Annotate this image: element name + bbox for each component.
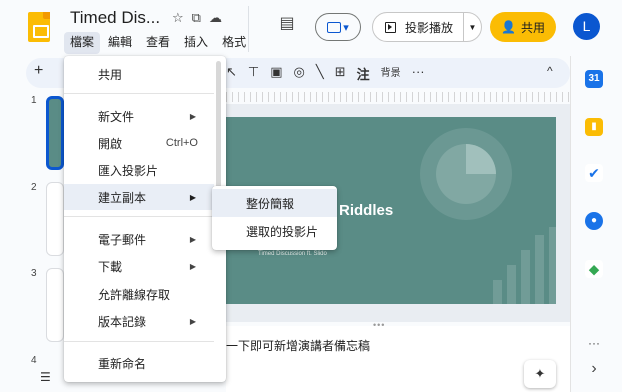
more-addons-icon[interactable]: ··· [585,336,603,350]
collapse-toolbar-icon[interactable]: ^ [547,64,553,78]
slides-logo-icon[interactable] [28,12,50,42]
menu-item-email[interactable]: 電子郵件 ▶ [64,226,214,252]
comment-history-icon[interactable]: ▤ [276,14,298,34]
speaker-notes-placeholder[interactable]: 一下即可新增演講者備忘稿 [226,337,370,354]
grid-view-icon[interactable]: ☰ [40,370,51,384]
expand-side-panel-icon[interactable]: › [585,360,603,378]
select-cursor-icon[interactable]: ↖ [226,64,237,83]
submenu-item-selected-slides[interactable]: 選取的投影片 [212,217,337,245]
ruler [226,92,570,102]
more-tools-icon[interactable]: ··· [412,64,425,83]
menu-item-new[interactable]: 新文件 ▶ [64,103,214,129]
slide-subtitle[interactable]: Timed Discussion ft. Slido [258,251,327,257]
slide-thumbnail[interactable] [46,96,64,170]
menu-item-rename[interactable]: 重新命名 [64,350,214,376]
submenu-arrow-icon: ▶ [189,111,196,121]
new-slide-button[interactable]: + [34,62,43,80]
explore-sparkle-icon[interactable]: ✦ [524,360,556,388]
speaker-notes[interactable] [226,326,570,392]
folder-move-icon[interactable]: ⧉ [192,10,201,26]
submenu-arrow-icon: ▶ [189,261,196,271]
submenu-item-entire-presentation[interactable]: 整份簡報 [212,189,337,217]
submenu-item-label: 選取的投影片 [246,224,319,239]
menu-item-label: 下載 [98,259,123,274]
toolbar-tools: ↖ ⊤ ▣ ◎ ╲ ⊞ 注 背景 ··· [226,64,425,83]
tasks-icon[interactable]: ✔ [585,164,603,182]
menu-item-download[interactable]: 下載 ▶ [64,253,214,279]
calendar-icon[interactable]: 31 [585,70,603,88]
slide-thumbnail[interactable] [46,268,64,342]
menu-scrollbar[interactable] [216,61,221,201]
menu-item-open[interactable]: 開啟 Ctrl+O [64,130,214,156]
menu-item-offline[interactable]: 允許離線存取 [64,281,214,307]
slide-thumbnail[interactable] [46,182,64,256]
slideshow-dropdown-icon[interactable]: ▼ [463,13,481,41]
menu-item-label: 開啟 [98,136,123,151]
cloud-status-icon[interactable]: ☁ [209,10,222,26]
menu-item-version-history[interactable]: 版本記錄 ▶ [64,308,214,334]
menu-item-share[interactable]: 共用 [64,61,214,87]
maps-icon[interactable]: ⬥ [585,260,603,278]
chevron-down-icon: ▾ [343,21,349,34]
menu-item-label: 電子郵件 [98,232,147,247]
menu-format[interactable]: 格式 [216,32,252,54]
submenu-arrow-icon: ▶ [189,316,196,326]
line-icon[interactable]: ╲ [316,64,324,83]
menu-item-label: 重新命名 [98,356,147,371]
avatar[interactable]: L [573,13,600,40]
text-box-icon[interactable]: ⊤ [248,64,259,83]
image-icon[interactable]: ▣ [270,64,282,83]
slideshow-play-icon [385,21,396,33]
contacts-icon[interactable]: ● [585,212,603,230]
format-options-icon[interactable]: 注 [357,64,370,83]
menu-item-label: 版本記錄 [98,314,147,329]
star-icon[interactable]: ☆ [172,10,184,26]
submenu-arrow-icon: ▶ [189,234,196,244]
slide-number: 4 [31,355,37,366]
menu-divider [64,216,214,217]
slide-number: 3 [31,268,37,279]
menu-edit[interactable]: 編輯 [102,32,138,54]
slideshow-button[interactable]: 投影播放 ▼ [372,12,482,42]
share-lock-icon: 👤 [501,20,516,34]
slide-title[interactable]: Riddles [339,202,393,219]
slide-number: 1 [31,95,37,106]
menu-item-import-slides[interactable]: 匯入投影片 [64,157,214,183]
menu-item-label: 建立副本 [98,190,147,205]
menu-insert[interactable]: 插入 [178,32,214,54]
menu-item-label: 新文件 [98,109,135,124]
menu-item-label: 匯入投影片 [98,163,159,178]
keep-icon[interactable]: ▮ [585,118,603,136]
menu-item-shortcut: Ctrl+O [165,137,198,149]
present-screen-icon [327,21,342,33]
background-button[interactable]: 背景 [381,64,401,83]
slide-number: 2 [31,182,37,193]
submenu-arrow-icon: ▶ [189,192,196,202]
shape-icon[interactable]: ◎ [294,64,305,83]
menu-bar: 檔案 編輯 查看 插入 格式 [64,32,252,54]
slideshow-label: 投影播放 [405,20,454,35]
document-title[interactable]: Timed Dis... [70,8,160,28]
menu-file[interactable]: 檔案 [64,32,101,54]
share-label: 共用 [520,20,545,35]
side-panel-divider [570,56,571,392]
menu-view[interactable]: 查看 [140,32,176,54]
menu-divider [64,93,214,94]
share-button[interactable]: 👤 共用 [490,12,556,42]
insert-comment-icon[interactable]: ⊞ [335,64,346,83]
menu-item-label: 允許離線存取 [98,287,171,302]
menu-item-label: 共用 [98,67,123,82]
menu-item-make-copy[interactable]: 建立副本 ▶ [64,184,214,210]
header-divider [248,6,249,52]
meet-present-button[interactable]: ▾ [315,13,361,41]
menu-divider [64,341,214,342]
title-icons: ☆ ⧉ ☁ [172,10,222,26]
submenu-item-label: 整份簡報 [246,196,295,211]
